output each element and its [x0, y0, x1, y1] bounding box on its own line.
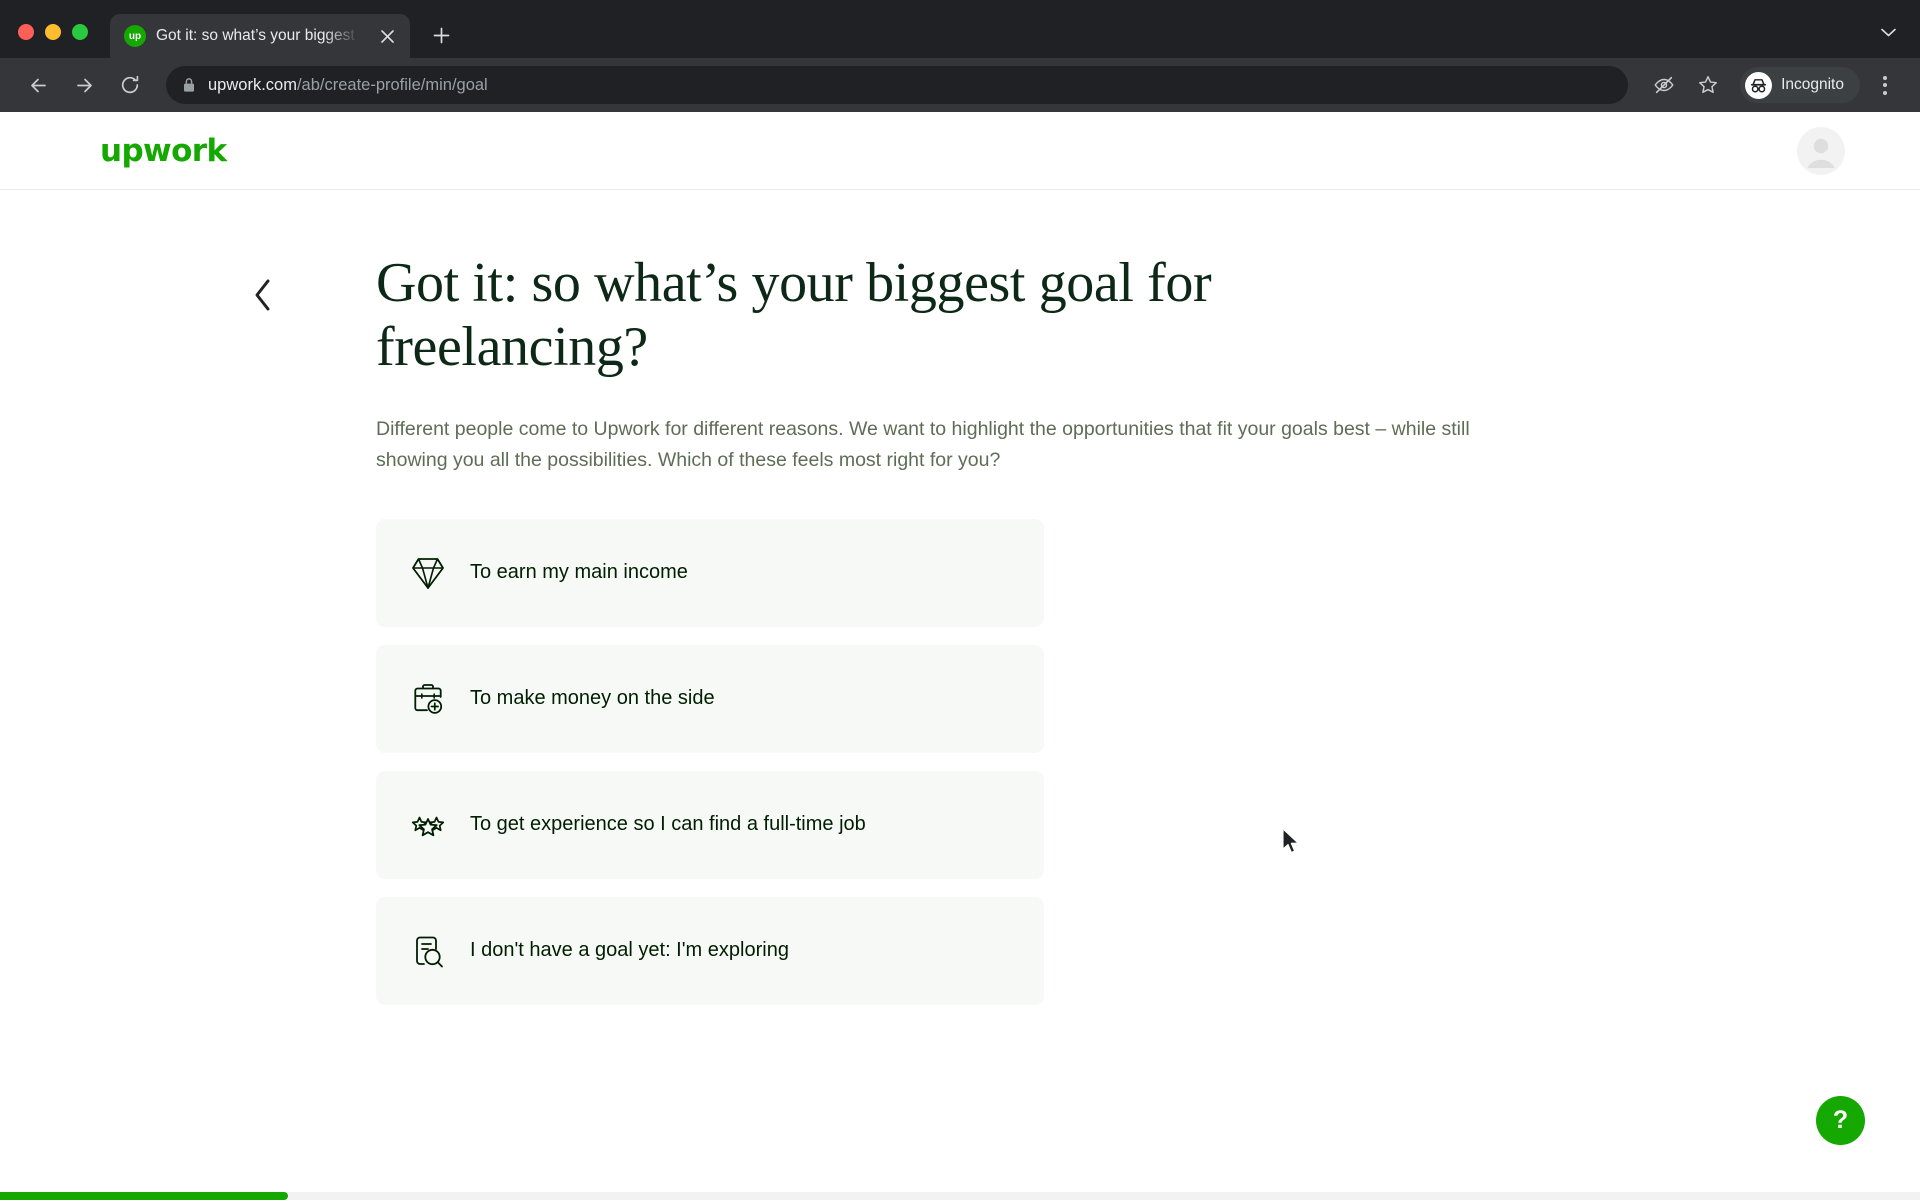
diamond-icon — [408, 553, 448, 593]
avatar[interactable] — [1797, 126, 1845, 175]
kebab-menu-icon[interactable] — [1868, 65, 1902, 105]
three-stars-icon — [408, 805, 448, 845]
incognito-icon — [1745, 71, 1773, 99]
option-get-experience[interactable]: To get experience so I can find a full-t… — [376, 770, 1044, 879]
goal-options-list: To earn my main income To make money on … — [376, 518, 1044, 1005]
tab-search-chevron-down-icon[interactable] — [1881, 24, 1920, 58]
reload-icon[interactable] — [110, 65, 150, 105]
forward-arrow-icon[interactable] — [64, 65, 104, 105]
url-path: /ab/create-profile/min/goal — [296, 75, 488, 94]
tab-title: Got it: so what’s your biggest g — [156, 27, 366, 44]
url-host: upwork.com — [208, 75, 297, 94]
incognito-profile-button[interactable]: Incognito — [1740, 67, 1860, 103]
maximize-window-button[interactable] — [72, 24, 88, 40]
upwork-logo[interactable]: upwork — [100, 133, 227, 169]
option-label: To get experience so I can find a full-t… — [470, 813, 866, 836]
close-window-button[interactable] — [18, 24, 34, 40]
page-subtitle: Different people come to Upwork for diff… — [376, 417, 1470, 472]
option-earn-main-income[interactable]: To earn my main income — [376, 518, 1044, 627]
chevron-left-icon — [255, 279, 270, 311]
lock-icon — [182, 77, 196, 93]
page-content: Got it: so what’s your biggest goal for … — [0, 190, 1920, 1005]
option-label: To make money on the side — [470, 687, 715, 710]
browser-window: up Got it: so what’s your biggest g upwo… — [0, 0, 1920, 1200]
option-label: To earn my main income — [470, 561, 688, 584]
minimize-window-button[interactable] — [45, 24, 61, 40]
option-no-goal-exploring[interactable]: I don't have a goal yet: I'm exploring — [376, 896, 1044, 1005]
browser-toolbar: upwork.com/ab/create-profile/min/goal In… — [0, 58, 1920, 112]
incognito-label: Incognito — [1781, 76, 1844, 93]
address-bar[interactable]: upwork.com/ab/create-profile/min/goal — [166, 66, 1629, 104]
question-mark-icon: ? — [1832, 1106, 1849, 1134]
eye-off-icon[interactable] — [1644, 65, 1684, 105]
window-traffic-lights — [18, 24, 110, 58]
mouse-cursor — [1281, 828, 1301, 861]
close-tab-button[interactable] — [376, 25, 398, 47]
back-arrow-icon[interactable] — [18, 65, 58, 105]
upwork-favicon-icon: up — [124, 25, 146, 47]
star-icon[interactable] — [1688, 65, 1728, 105]
page-title: Got it: so what’s your biggest goal for … — [376, 252, 1212, 378]
briefcase-plus-icon — [408, 679, 448, 719]
option-label: I don't have a goal yet: I'm exploring — [470, 939, 789, 962]
site-header: upwork — [0, 112, 1920, 190]
progress-bar-track — [0, 1192, 1920, 1200]
browser-tab[interactable]: up Got it: so what’s your biggest g — [110, 14, 410, 58]
progress-bar-fill — [0, 1192, 288, 1200]
help-button[interactable]: ? — [1816, 1096, 1865, 1145]
document-search-icon — [408, 931, 448, 971]
back-button[interactable] — [240, 272, 286, 318]
page-viewport: upwork Got it: so what’s your biggest go… — [0, 112, 1920, 1200]
option-money-on-side[interactable]: To make money on the side — [376, 644, 1044, 753]
tab-strip: up Got it: so what’s your biggest g — [0, 0, 1920, 58]
new-tab-button[interactable] — [422, 16, 460, 54]
